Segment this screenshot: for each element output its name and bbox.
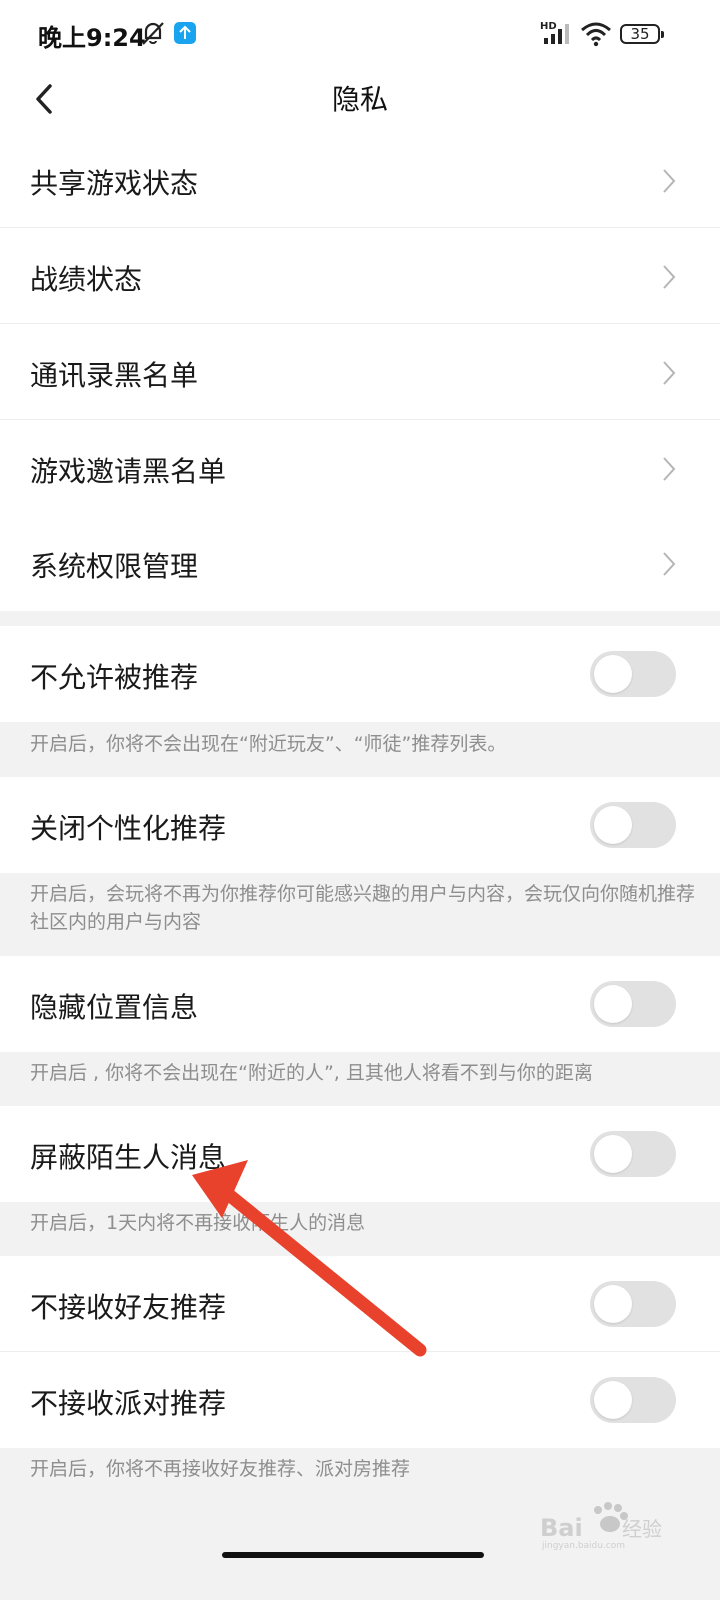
description-text: 开启后，你将不再接收好友推荐、派对房推荐 bbox=[30, 1458, 411, 1480]
chevron-right-icon bbox=[663, 361, 676, 385]
toggle-switch[interactable] bbox=[590, 1281, 676, 1327]
status-time: 晚上9:24 bbox=[38, 24, 146, 52]
svg-text:经验: 经验 bbox=[622, 1517, 662, 1541]
description-text: 开启后 , 你将不会出现在“附近的人”, 且其他人将看不到与你的距离 bbox=[30, 1062, 593, 1084]
toggle-row-hide-location: 隐藏位置信息 bbox=[0, 956, 720, 1052]
toggle-knob bbox=[594, 1135, 632, 1173]
nav-item-label: 游戏邀请黑名单 bbox=[30, 455, 227, 488]
toggle-row-no-party-recommend: 不接收派对推荐 bbox=[0, 1352, 720, 1448]
nav-item-label: 通讯录黑名单 bbox=[30, 359, 199, 392]
nav-item-label: 战绩状态 bbox=[30, 263, 143, 296]
toggle-label: 不接收好友推荐 bbox=[30, 1291, 227, 1324]
hd-signal-icon: HD bbox=[540, 21, 569, 44]
svg-text:Bai: Bai bbox=[540, 1514, 583, 1542]
toggle-knob bbox=[594, 655, 632, 693]
toggle-knob bbox=[594, 985, 632, 1023]
toggle-switch[interactable] bbox=[590, 1377, 676, 1423]
toggle-knob bbox=[594, 806, 632, 844]
nav-item-game-invite-blacklist[interactable]: 游戏邀请黑名单 bbox=[0, 420, 720, 516]
toggle-switch[interactable] bbox=[590, 981, 676, 1027]
page-title: 隐私 bbox=[331, 83, 388, 116]
svg-text:jingyan.baidu.com: jingyan.baidu.com bbox=[541, 1541, 625, 1550]
toggle-row-block-strangers: 屏蔽陌生人消息 bbox=[0, 1106, 720, 1202]
nav-item-label: 系统权限管理 bbox=[30, 550, 199, 583]
toggle-label: 关闭个性化推荐 bbox=[30, 812, 227, 845]
battery-icon: 35 bbox=[620, 24, 664, 44]
chevron-right-icon bbox=[663, 265, 676, 289]
chevron-right-icon bbox=[663, 457, 676, 481]
home-indicator[interactable] bbox=[222, 1552, 484, 1558]
svg-text:HD: HD bbox=[540, 21, 557, 32]
toggle-label: 不允许被推荐 bbox=[30, 661, 199, 694]
toggle-switch[interactable] bbox=[590, 802, 676, 848]
toggle-knob bbox=[594, 1381, 632, 1419]
toggle-row-no-friend-recommend: 不接收好友推荐 bbox=[0, 1256, 720, 1352]
nav-item-system-permissions[interactable]: 系统权限管理 bbox=[0, 515, 720, 611]
description-text: 开启后，1天内将不再接收陌生人的消息 bbox=[30, 1212, 366, 1234]
baidu-watermark-logo: Bai 经验 jingyan.baidu.com bbox=[540, 1502, 662, 1550]
chevron-right-icon bbox=[663, 169, 676, 193]
toggle-label: 隐藏位置信息 bbox=[30, 991, 199, 1024]
chevron-right-icon bbox=[663, 552, 676, 576]
toggle-switch[interactable] bbox=[590, 651, 676, 697]
toggle-row-disallow-recommend: 不允许被推荐 bbox=[0, 626, 720, 722]
upload-icon bbox=[174, 22, 196, 44]
nav-item-label: 共享游戏状态 bbox=[30, 167, 199, 200]
toggle-knob bbox=[594, 1285, 632, 1323]
wifi-icon bbox=[581, 22, 611, 47]
header: 隐私 bbox=[0, 66, 720, 133]
toggle-label: 屏蔽陌生人消息 bbox=[30, 1141, 227, 1174]
toggle-switch[interactable] bbox=[590, 1131, 676, 1177]
status-bar: 晚上9:24 HD 35 bbox=[0, 0, 720, 66]
nav-item-contacts-blacklist[interactable]: 通讯录黑名单 bbox=[0, 324, 720, 420]
description-text: 开启后，你将不会出现在“附近玩友”、“师徒”推荐列表。 bbox=[30, 733, 507, 755]
toggle-row-disable-personalized: 关闭个性化推荐 bbox=[0, 777, 720, 873]
bell-muted-icon bbox=[142, 22, 164, 45]
toggle-label: 不接收派对推荐 bbox=[30, 1387, 227, 1420]
nav-item-share-game-status[interactable]: 共享游戏状态 bbox=[0, 132, 720, 228]
nav-item-record-status[interactable]: 战绩状态 bbox=[0, 228, 720, 324]
description-text: 开启后，会玩将不再为你推荐你可能感兴趣的用户与内容，会玩仅向你随机推荐社区内的用… bbox=[30, 883, 696, 933]
